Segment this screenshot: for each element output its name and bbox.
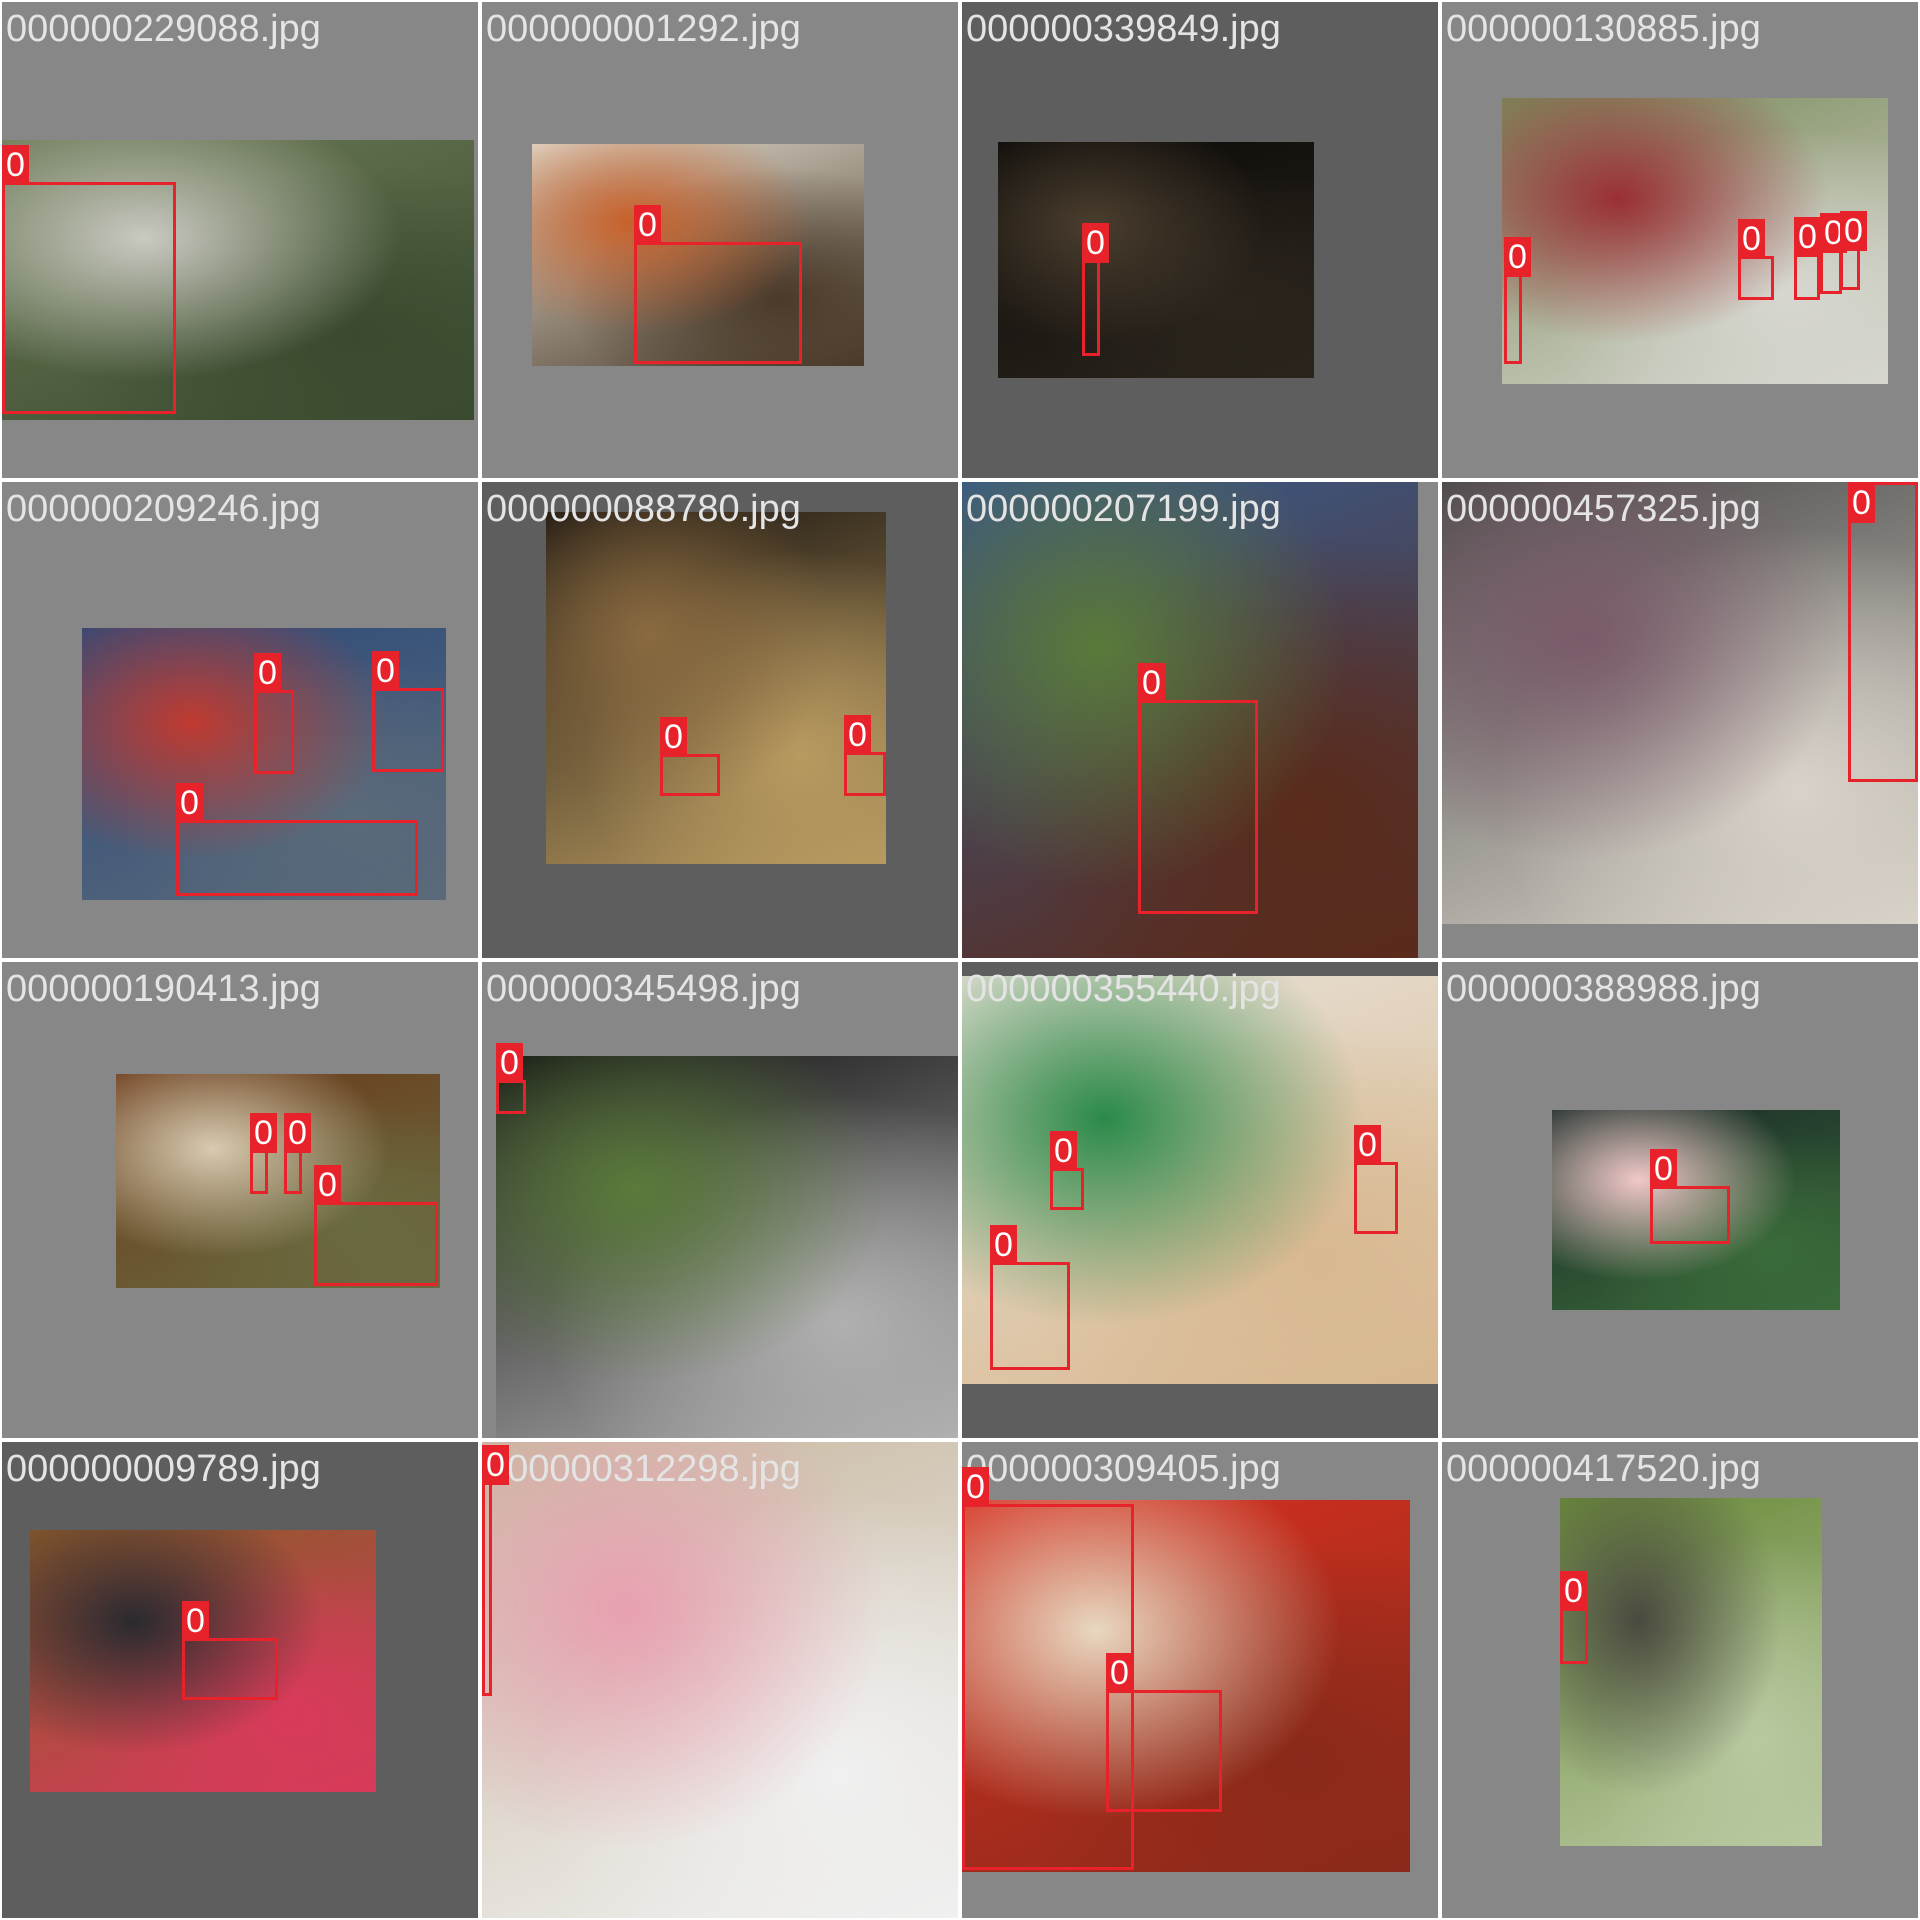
detection-box: 0 — [990, 1225, 1070, 1370]
photo — [546, 512, 886, 864]
detection-label: 0 — [1138, 663, 1165, 703]
detection-label: 0 — [1794, 217, 1821, 257]
detection-box: 0 — [1138, 663, 1258, 914]
photo — [1442, 482, 1918, 924]
filename-label: 000000457325.jpg — [1446, 488, 1761, 530]
detection-label: 0 — [990, 1225, 1017, 1265]
tile-11: 000000355440.jpg 0 0 0 — [962, 962, 1438, 1438]
filename-label: 000000207199.jpg — [966, 488, 1281, 530]
detection-box: 0 — [314, 1165, 438, 1286]
detection-box: 0 — [1504, 237, 1531, 364]
detection-box: 0 — [660, 717, 720, 796]
detection-box: 0 — [284, 1113, 311, 1194]
filename-label: 000000417520.jpg — [1446, 1448, 1761, 1490]
detection-box: 0 — [1738, 219, 1774, 300]
detection-box: 0 — [2, 145, 176, 414]
photo — [482, 1442, 958, 1918]
photo — [496, 1056, 958, 1438]
detection-box: 0 — [1820, 213, 1847, 294]
filename-label: 000000312298.jpg — [486, 1448, 801, 1490]
detection-box: 0 — [250, 1113, 277, 1194]
detection-label: 0 — [1082, 223, 1109, 263]
tile-12: 000000388988.jpg 0 — [1442, 962, 1918, 1438]
detection-label: 0 — [250, 1113, 277, 1153]
detection-label: 0 — [1050, 1131, 1077, 1171]
tile-15: 000000309405.jpg 0 0 — [962, 1442, 1438, 1918]
detection-label: 0 — [182, 1601, 209, 1641]
detection-label: 0 — [1106, 1653, 1133, 1693]
detection-box: 0 — [1560, 1571, 1588, 1664]
tile-9: 000000190413.jpg 0 0 0 — [2, 962, 478, 1438]
filename-label: 000000130885.jpg — [1446, 8, 1761, 50]
detection-label: 0 — [1848, 483, 1875, 523]
tile-7: 000000207199.jpg 0 — [962, 482, 1438, 958]
tile-10: 000000345498.jpg 0 — [482, 962, 958, 1438]
detection-label: 0 — [284, 1113, 311, 1153]
detection-label: 0 — [1504, 237, 1531, 277]
tile-13: 000000009789.jpg 0 — [2, 1442, 478, 1918]
filename-label: 000000001292.jpg — [486, 8, 801, 50]
detection-label: 0 — [496, 1043, 523, 1083]
detection-box: 0 — [844, 715, 886, 796]
detection-box: 0 — [182, 1601, 278, 1700]
photo — [998, 142, 1314, 378]
detection-box: 0 — [1650, 1149, 1730, 1244]
photo — [1560, 1498, 1822, 1846]
filename-label: 000000388988.jpg — [1446, 968, 1761, 1010]
detection-label: 0 — [634, 205, 661, 245]
filename-label: 000000345498.jpg — [486, 968, 801, 1010]
detection-label: 0 — [2, 145, 29, 185]
detection-label: 0 — [314, 1165, 341, 1205]
detection-label: 0 — [254, 653, 281, 693]
detection-label: 0 — [1650, 1149, 1677, 1189]
detection-box: 0 — [1794, 217, 1821, 300]
tile-8: 000000457325.jpg 0 — [1442, 482, 1918, 958]
detection-box: 0 — [496, 1043, 526, 1114]
filename-label: 000000088780.jpg — [486, 488, 801, 530]
detection-label: 0 — [844, 715, 871, 755]
detection-label: 0 — [372, 651, 399, 691]
filename-label: 000000209246.jpg — [6, 488, 321, 530]
tile-4: 000000130885.jpg 0 0 0 0 0 — [1442, 2, 1918, 478]
filename-label: 000000309405.jpg — [966, 1448, 1281, 1490]
detection-label: 0 — [1840, 211, 1867, 251]
filename-label: 000000339849.jpg — [966, 8, 1281, 50]
detection-label: 0 — [1738, 219, 1765, 259]
tile-5: 000000209246.jpg 0 0 0 — [2, 482, 478, 958]
detection-box: 0 — [634, 205, 802, 364]
detection-box: 0 — [1840, 211, 1867, 290]
tile-1: 000000229088.jpg 0 — [2, 2, 478, 478]
tile-2: 000000001292.jpg 0 — [482, 2, 958, 478]
detection-label: 0 — [482, 1445, 509, 1485]
detection-box: 0 — [482, 1445, 509, 1696]
detection-box: 0 — [1848, 482, 1918, 782]
mosaic-grid: 000000229088.jpg 0 000000001292.jpg 0 00… — [0, 0, 1920, 1920]
tile-16: 000000417520.jpg 0 — [1442, 1442, 1918, 1918]
filename-label: 000000190413.jpg — [6, 968, 321, 1010]
detection-box: 0 — [1106, 1653, 1222, 1812]
detection-label: 0 — [1354, 1125, 1381, 1165]
detection-label: 0 — [1560, 1571, 1587, 1611]
detection-label: 0 — [962, 1467, 989, 1507]
tile-3: 000000339849.jpg 0 — [962, 2, 1438, 478]
detection-label: 0 — [660, 717, 687, 757]
filename-label: 000000355440.jpg — [966, 968, 1281, 1010]
detection-box: 0 — [1050, 1131, 1084, 1210]
detection-box: 0 — [1082, 223, 1109, 356]
tile-14: 000000312298.jpg 0 — [482, 1442, 958, 1918]
detection-box: 0 — [176, 783, 418, 896]
tile-6: 000000088780.jpg 0 0 — [482, 482, 958, 958]
filename-label: 000000229088.jpg — [6, 8, 321, 50]
detection-box: 0 — [254, 653, 294, 774]
detection-label: 0 — [176, 783, 203, 823]
detection-box: 0 — [1354, 1125, 1398, 1234]
filename-label: 000000009789.jpg — [6, 1448, 321, 1490]
detection-box: 0 — [372, 651, 444, 772]
